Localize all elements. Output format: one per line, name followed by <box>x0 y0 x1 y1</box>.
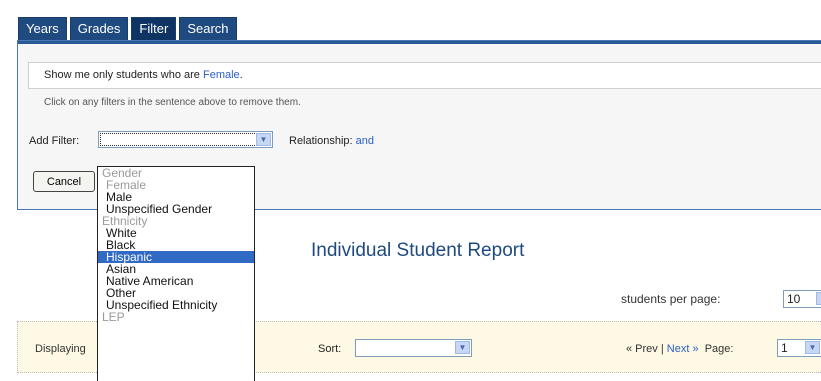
add-filter-dropdown-list[interactable]: Gender Female Male Unspecified Gender Ethnic… <box>97 166 255 381</box>
chevron-down-icon[interactable]: ▼ <box>455 341 470 354</box>
relationship-and-link[interactable]: and <box>356 135 374 147</box>
pager: « Prev | Next » Page: <box>626 343 733 355</box>
tab-grades[interactable]: Grades <box>69 17 129 40</box>
per-page-value: 10 <box>787 292 801 306</box>
filter-sentence-box: Show me only students who are Female. <box>28 62 821 89</box>
page-value: 1 <box>781 341 788 355</box>
dropdown-group-lep: LEP <box>102 310 125 324</box>
filter-female-link[interactable]: Female <box>203 69 240 81</box>
pager-separator: | <box>657 343 667 355</box>
sentence-suffix: . <box>239 69 243 81</box>
cancel-button[interactable]: Cancel <box>33 171 95 192</box>
next-link[interactable]: Next » <box>667 343 699 355</box>
chevron-down-icon[interactable]: ▼ <box>805 341 820 354</box>
filter-hint: Click on any filters in the sentence abo… <box>44 97 301 108</box>
sort-label: Sort: <box>318 343 342 355</box>
prev-link[interactable]: « Prev <box>626 343 658 355</box>
chevron-down-icon[interactable]: ▼ <box>816 292 821 305</box>
displaying-label: Displaying <box>35 343 86 355</box>
report-title: Individual Student Report <box>311 240 525 261</box>
relationship-label: Relationship: <box>289 135 353 147</box>
page-select[interactable]: 1 ▼ <box>777 339 821 357</box>
relationship: Relationship: and <box>289 135 374 147</box>
add-filter-select[interactable]: ▼ <box>98 131 273 148</box>
page-label: Page: <box>704 343 734 355</box>
chevron-down-icon[interactable]: ▼ <box>256 133 271 146</box>
sentence-prefix: Show me only students who are <box>44 69 203 81</box>
per-page-label: students per page: <box>621 292 721 306</box>
per-page-select[interactable]: 10 ▼ <box>783 290 821 308</box>
panel-header-bar <box>18 41 821 44</box>
add-filter-label: Add Filter: <box>29 135 80 147</box>
filter-sentence: Show me only students who are Female. <box>44 69 243 81</box>
tab-filter[interactable]: Filter <box>131 17 177 40</box>
tab-years[interactable]: Years <box>18 17 67 40</box>
clipped-banner-text <box>0 0 821 10</box>
sort-select[interactable]: ▼ <box>355 339 472 357</box>
tab-search[interactable]: Search <box>179 17 237 40</box>
tab-bar: Years Grades Filter Search <box>18 17 237 40</box>
